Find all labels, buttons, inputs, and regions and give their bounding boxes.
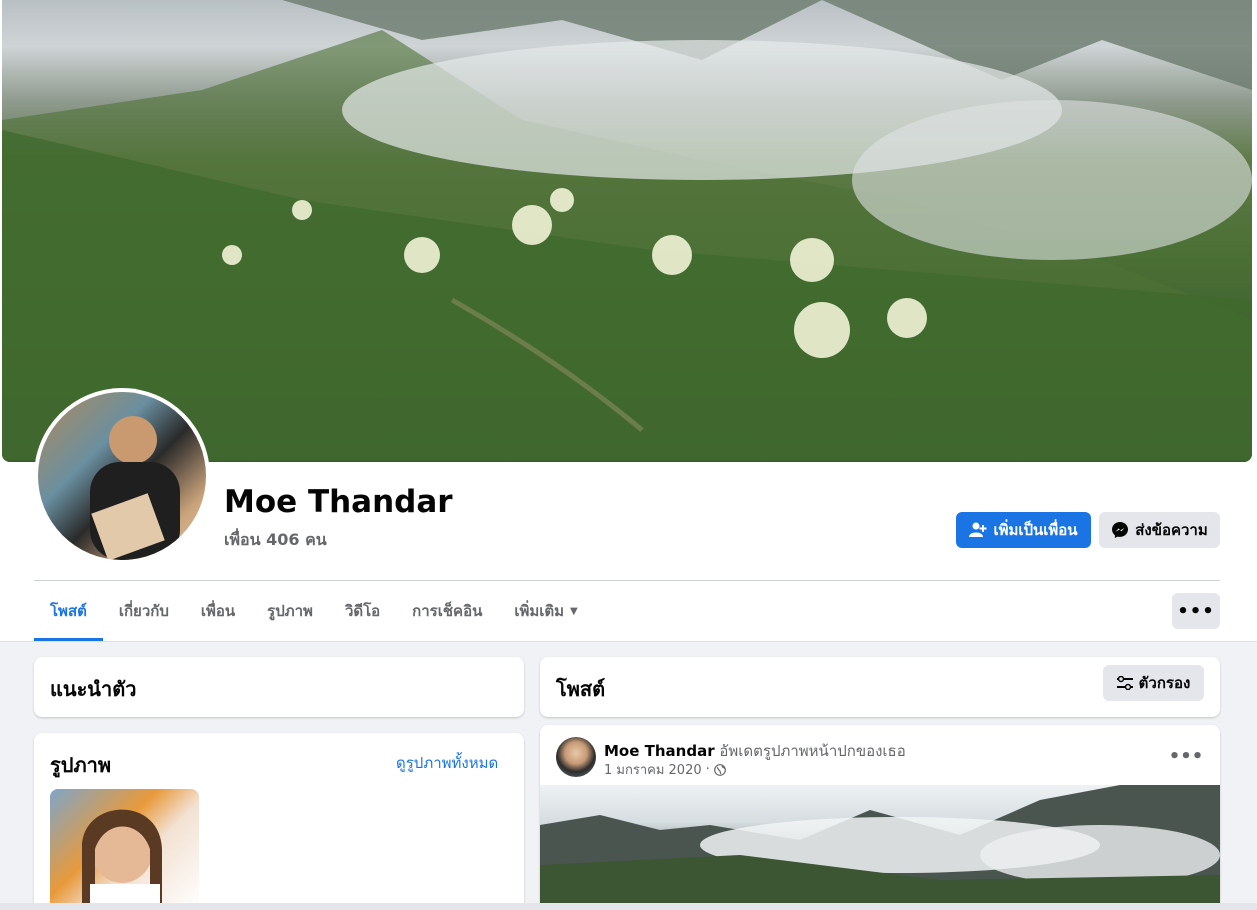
person-add-icon	[969, 522, 987, 537]
posts-title: โพสต์	[556, 677, 606, 701]
add-friend-label: เพิ่มเป็นเพื่อน	[993, 521, 1078, 539]
message-button[interactable]: ส่งข้อความ	[1099, 512, 1220, 548]
friends-count[interactable]: เพื่อน 406 คน	[224, 528, 327, 553]
photo-thumbnail[interactable]	[50, 789, 199, 910]
horizontal-scrollbar[interactable]	[0, 903, 1257, 910]
post-author-name[interactable]: Moe Thandar	[604, 742, 715, 760]
add-friend-button[interactable]: เพิ่มเป็นเพื่อน	[956, 512, 1091, 548]
profile-tabs: โพสต์ เกี่ยวกับ เพื่อน รูปภาพ วิดีโอ การ…	[34, 581, 594, 641]
photos-title: รูปภาพ	[50, 753, 112, 777]
see-all-photos-link[interactable]: ดูรูปภาพทั้งหมด	[396, 751, 498, 775]
post-action-text: อัพเดตรูปภาพหน้าปกของเธอ	[719, 742, 906, 760]
cover-photo[interactable]	[2, 0, 1252, 462]
profile-avatar[interactable]	[34, 388, 210, 564]
tab-photos[interactable]: รูปภาพ	[251, 581, 329, 641]
post-date[interactable]: 1 มกราคม 2020	[604, 759, 702, 780]
post-options-button[interactable]: •••	[1168, 740, 1204, 772]
filter-button[interactable]: ตัวกรอง	[1103, 665, 1204, 701]
more-icon: •••	[1177, 600, 1215, 622]
tab-more-label: เพิ่มเติม	[514, 602, 565, 620]
message-label: ส่งข้อความ	[1135, 521, 1208, 539]
cover-landscape	[2, 0, 1252, 462]
tab-checkins[interactable]: การเช็คอิน	[396, 581, 498, 641]
meta-separator: ·	[705, 762, 710, 777]
more-icon: •••	[1168, 745, 1204, 767]
tab-posts[interactable]: โพสต์	[34, 581, 103, 641]
profile-name: Moe Thandar	[224, 484, 453, 520]
tab-friends[interactable]: เพื่อน	[185, 581, 251, 641]
tab-about[interactable]: เกี่ยวกับ	[103, 581, 185, 641]
globe-icon	[713, 763, 726, 776]
profile-photo	[38, 392, 206, 560]
tab-videos[interactable]: วิดีโอ	[329, 581, 396, 641]
caret-down-icon: ▼	[570, 605, 578, 617]
filter-icon	[1116, 676, 1133, 690]
filter-label: ตัวกรอง	[1138, 674, 1191, 692]
tab-more[interactable]: เพิ่มเติม ▼	[498, 581, 593, 641]
more-options-button[interactable]: •••	[1172, 593, 1220, 629]
intro-title: แนะนำตัว	[50, 677, 137, 701]
post-meta: 1 มกราคม 2020 ·	[604, 759, 726, 780]
post-author-avatar[interactable]	[556, 737, 596, 777]
messenger-icon	[1112, 522, 1129, 538]
post-image[interactable]	[540, 785, 1220, 910]
